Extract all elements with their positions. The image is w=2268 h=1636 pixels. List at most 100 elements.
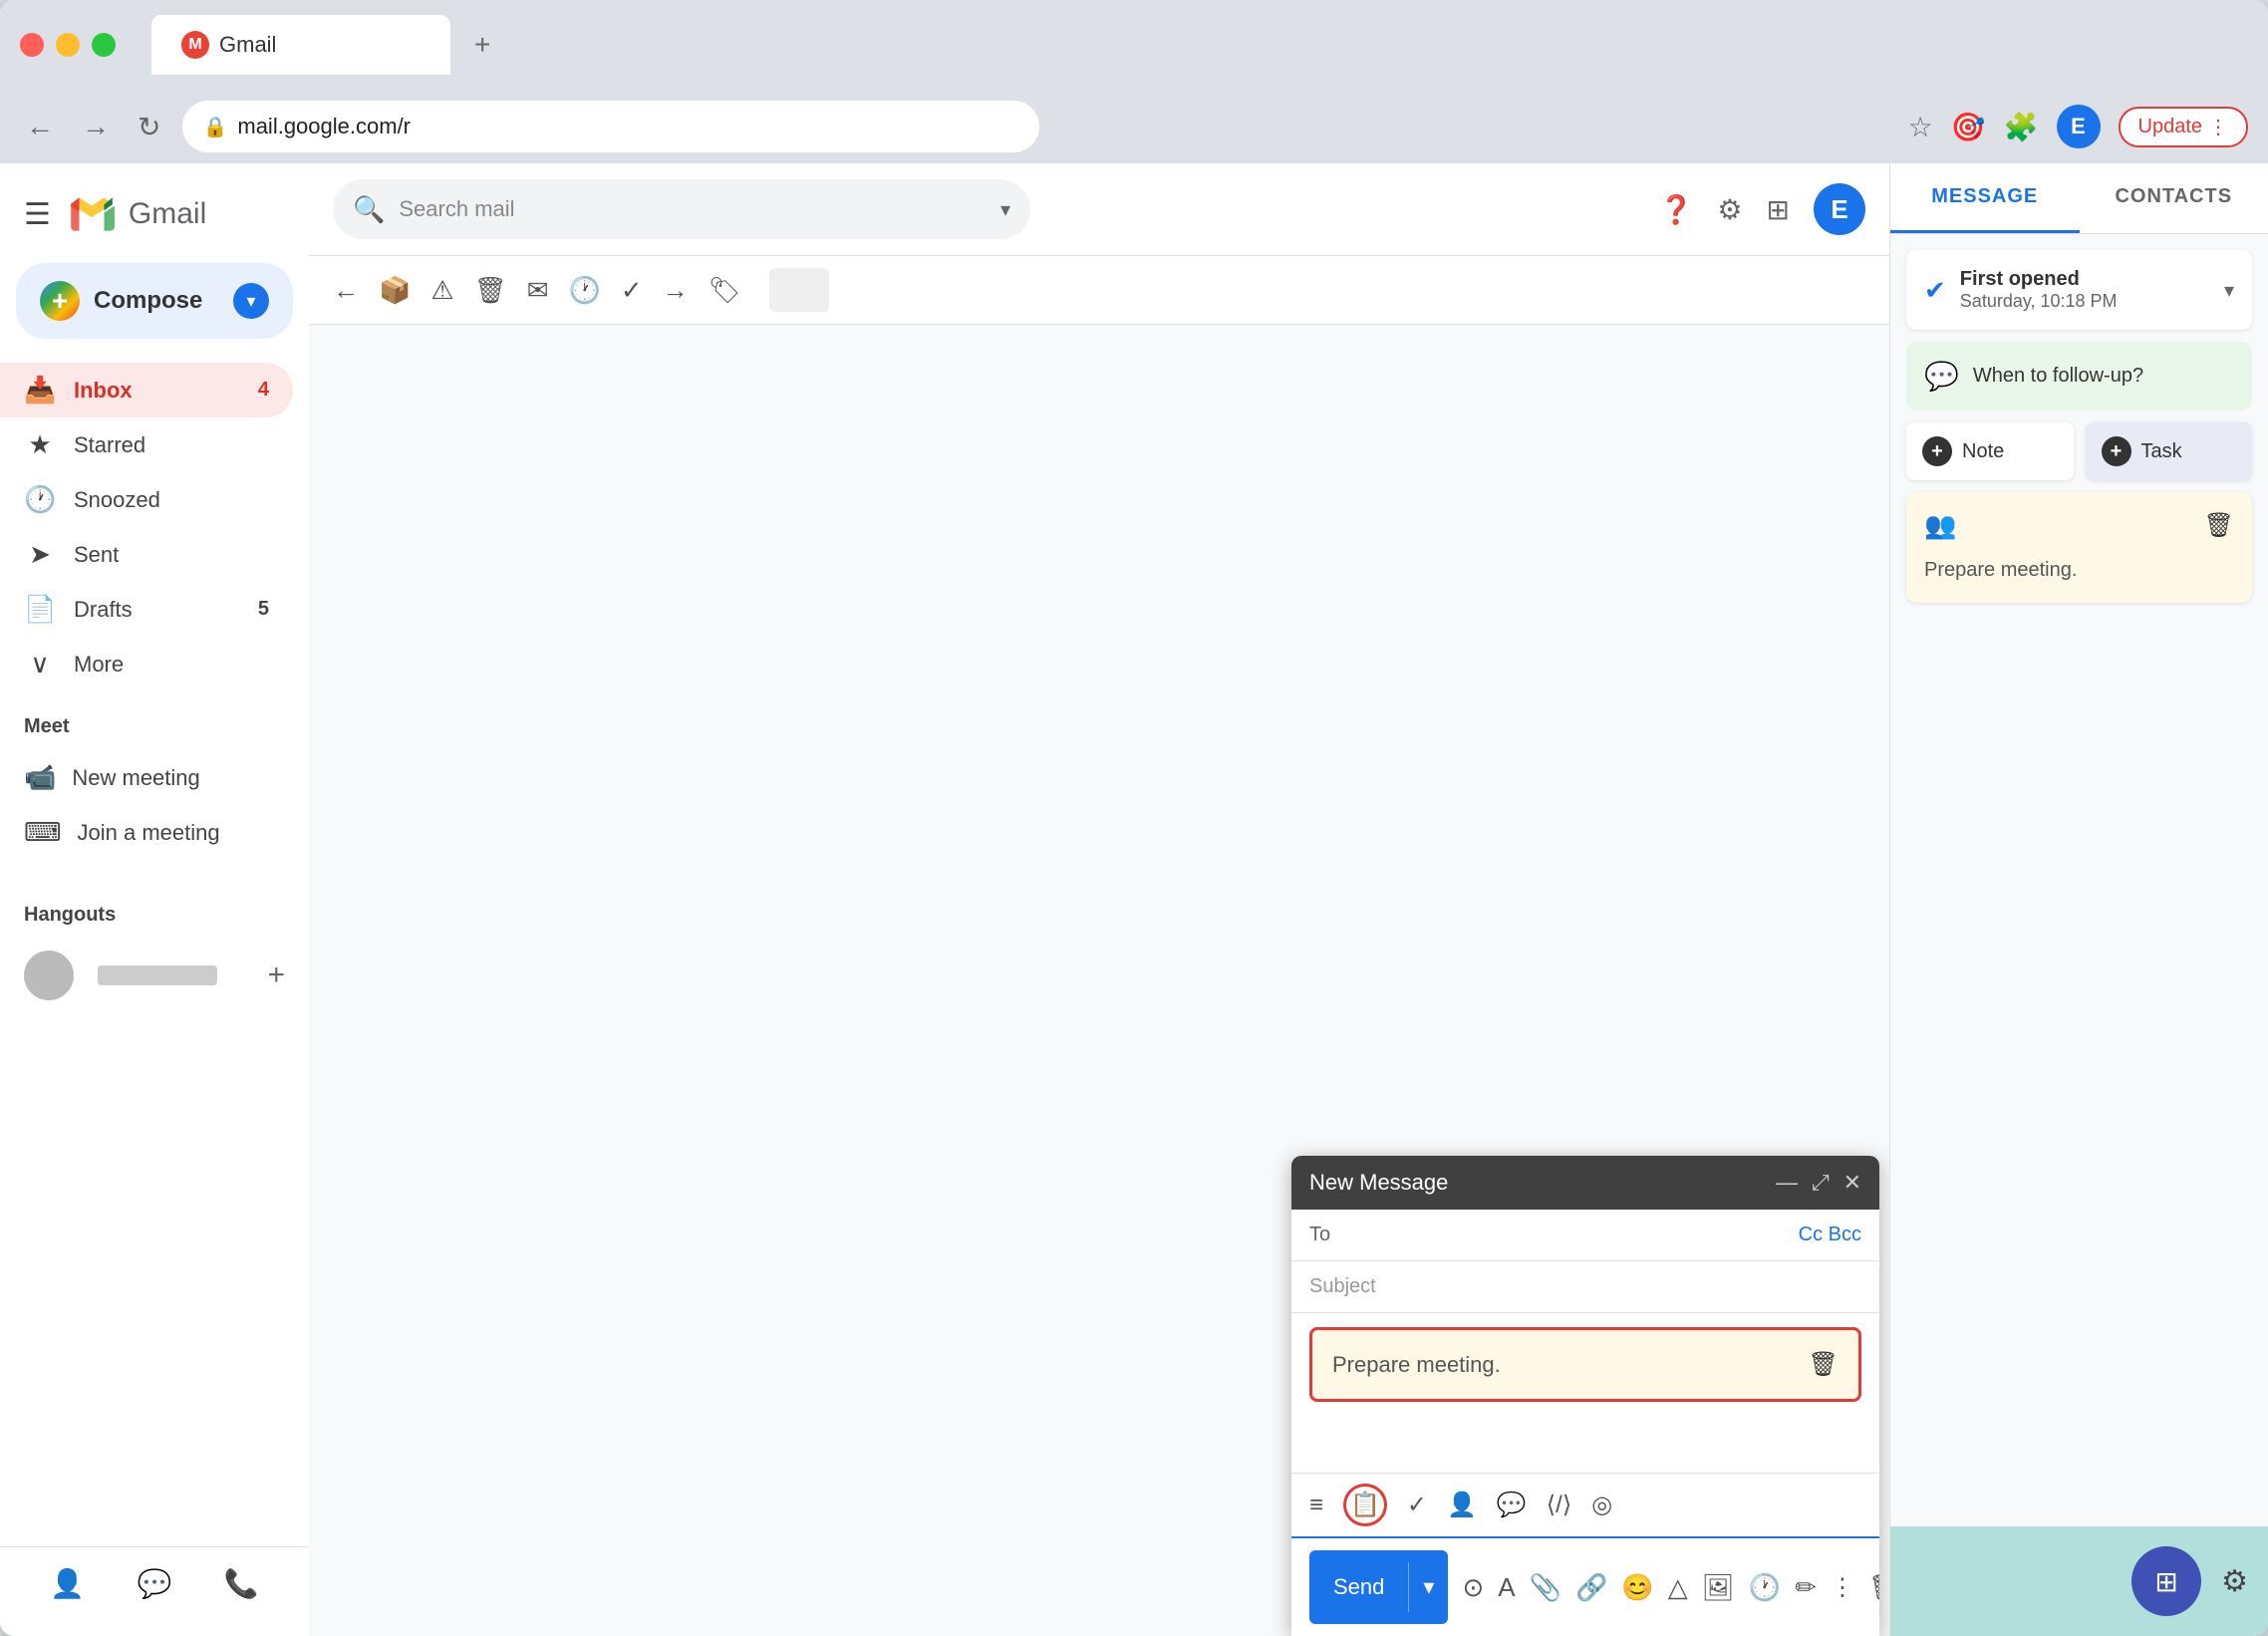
new-tab-button[interactable]: + [474,29,490,61]
refresh-button[interactable]: ↻ [132,105,166,149]
update-button[interactable]: Update ⋮ [2119,107,2249,147]
apps-grid-button[interactable]: ⊞ [2131,1546,2201,1616]
compose-plus-icon: + [40,281,80,321]
phone-icon[interactable]: 📞 [224,1567,259,1600]
hamburger-icon[interactable]: ☰ [24,197,51,232]
followup-card[interactable]: 💬 When to follow-up? [1906,342,2252,410]
footer-more-icon[interactable]: ⋮ [1831,1573,1854,1602]
keyboard-icon: ⌨ [24,817,62,848]
traffic-lights [20,33,116,57]
schedule-icon[interactable]: 🕐 [1749,1572,1781,1603]
new-meeting-item[interactable]: 📹 New meeting [0,750,309,805]
add-hangout-button[interactable]: + [267,958,285,992]
boomerang-note-icon[interactable]: 📋 [1343,1484,1387,1526]
format-text-icon[interactable]: A [1498,1572,1515,1603]
hangouts-section: Hangouts + [0,880,309,1012]
join-meeting-item[interactable]: ⌨ Join a meeting [0,805,309,860]
back-button[interactable]: ← [20,105,60,148]
sidebar-item-starred[interactable]: ★ Starred [0,417,293,472]
drive-icon[interactable]: △ [1668,1572,1688,1603]
search-icon: 🔍 [353,194,385,225]
bookmark-icon[interactable]: ☆ [1908,111,1933,143]
extensions-icon[interactable]: 🧩 [2004,111,2039,143]
note-button[interactable]: + Note [1906,422,2074,480]
report-spam-icon[interactable]: ⚠ [430,275,453,306]
sidebar-item-sent[interactable]: ➤ Sent [0,527,293,582]
move-to-icon[interactable]: → [663,275,689,306]
inbox-icon: 📥 [24,375,56,406]
chrome-lens-icon: 🎯 [1951,111,1986,143]
active-tab[interactable]: M Gmail [151,15,450,75]
panel-note-delete-icon[interactable]: 🗑 [2204,511,2234,540]
task-icon[interactable]: ✓ [621,275,643,306]
delete-toolbar-icon[interactable]: 🗑 [474,275,507,306]
help-icon[interactable]: ❓ [1659,193,1694,226]
formatting-icon[interactable]: ⊙ [1462,1572,1484,1603]
apps-grid-icon[interactable]: ⊞ [1767,193,1790,226]
boomerang-chat-icon[interactable]: 💬 [1497,1491,1527,1519]
gmail-logo-icon [67,189,117,239]
search-bar[interactable]: 🔍 Search mail ▾ [333,179,1030,239]
sidebar-item-drafts[interactable]: 📄 Drafts 5 [0,582,293,637]
minimize-button[interactable] [56,33,80,57]
attachment-icon[interactable]: 📎 [1530,1572,1561,1603]
mark-unread-icon[interactable]: ✉ [527,275,549,306]
emoji-icon[interactable]: 😊 [1621,1572,1653,1603]
snooze-icon[interactable]: 🕐 [569,275,601,306]
compose-chevron-icon[interactable]: ▾ [233,283,269,319]
send-dropdown-icon[interactable]: ▾ [1408,1562,1448,1612]
sidebar-item-inbox[interactable]: 📥 Inbox 4 [0,363,293,417]
compose-button[interactable]: + Compose ▾ [16,263,293,339]
tab-bar: M Gmail + [151,15,490,75]
label-icon[interactable]: 🏷 [709,275,741,306]
boomerang-target-icon[interactable]: ◎ [1591,1491,1612,1519]
compose-cc-bcc[interactable]: Cc Bcc [1799,1224,1861,1246]
discard-icon[interactable]: 🗑 [1868,1572,1879,1603]
compose-expand-icon[interactable]: ⤢ [1812,1170,1830,1196]
boomerang-code-icon[interactable]: ⟨/⟩ [1547,1491,1571,1519]
address-bar[interactable]: 🔒 mail.google.com/r [182,101,1039,152]
back-toolbar-icon[interactable]: ← [333,275,359,306]
drafts-icon: 📄 [24,594,56,625]
compose-close-icon[interactable]: ✕ [1843,1170,1861,1196]
compose-to-input[interactable] [1340,1224,1789,1246]
first-opened-dropdown-icon[interactable]: ▾ [2224,278,2234,303]
fullscreen-button[interactable] [92,33,116,57]
followup-speech-icon: 💬 [1924,360,1959,393]
compose-to-label: To [1309,1224,1330,1246]
boomerang-contact-icon[interactable]: 👤 [1447,1491,1477,1519]
user-avatar-gmail[interactable]: E [1814,183,1865,235]
photo-icon[interactable]: 🖼 [1702,1572,1735,1603]
compose-body[interactable]: Prepare meeting. 🗑 [1291,1313,1879,1473]
avatar-placeholder [769,268,829,312]
inbox-badge: 4 [258,379,269,402]
snoozed-icon: 🕐 [24,484,56,515]
compose-header: New Message — ⤢ ✕ [1291,1156,1879,1210]
signature-icon[interactable]: ✏ [1795,1572,1817,1603]
user-avatar[interactable]: E [2057,105,2101,148]
panel-bottom: ⊞ ⚙ [1890,1526,2268,1636]
url-text: mail.google.com/r [237,114,411,139]
sidebar-item-more[interactable]: ∨ More [0,637,293,691]
settings-icon[interactable]: ⚙ [1717,193,1742,226]
link-icon[interactable]: 🔗 [1575,1572,1607,1603]
compose-subject-row[interactable]: Subject [1291,1261,1879,1313]
boomerang-checkmark-icon[interactable]: ≡ [1309,1492,1323,1519]
tab-contacts[interactable]: CONTACTS [2080,163,2268,233]
compose-note-delete-icon[interactable]: 🗑 [1809,1350,1839,1379]
task-button[interactable]: + Task [2086,422,2253,480]
close-button[interactable] [20,33,44,57]
sidebar-item-snoozed[interactable]: 🕐 Snoozed [0,472,293,527]
boomerang-task-icon[interactable]: ✓ [1407,1491,1427,1519]
note-plus-icon: + [1922,436,1952,466]
panel-settings-icon[interactable]: ⚙ [2221,1564,2248,1599]
tab-message[interactable]: MESSAGE [1890,163,2080,233]
search-input[interactable]: Search mail [399,196,987,222]
send-button[interactable]: Send ▾ [1309,1550,1448,1624]
chat-icon[interactable]: 💬 [138,1567,172,1600]
search-dropdown-icon[interactable]: ▾ [1000,197,1010,222]
contacts-icon[interactable]: 👤 [50,1567,85,1600]
archive-icon[interactable]: 📦 [379,275,411,306]
compose-minimize-icon[interactable]: — [1776,1170,1798,1196]
forward-button[interactable]: → [76,105,116,148]
